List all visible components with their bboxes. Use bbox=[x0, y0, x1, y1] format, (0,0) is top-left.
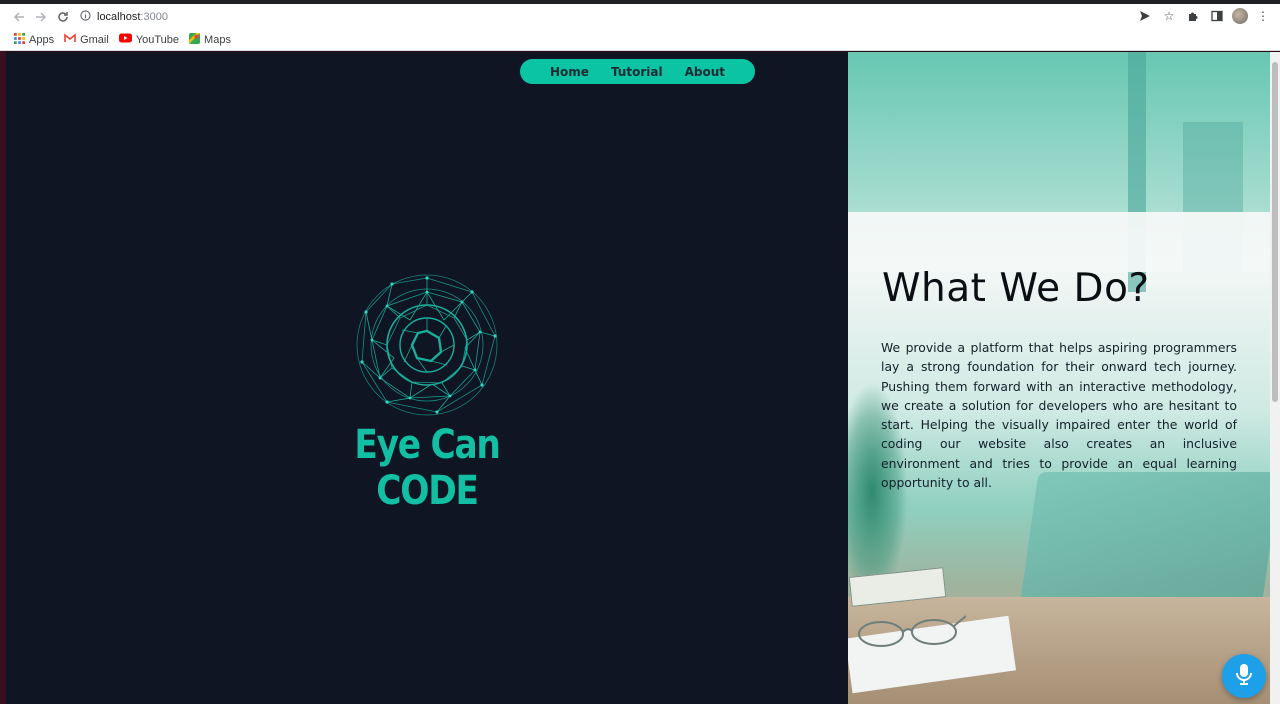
background-ceiling bbox=[848, 212, 1270, 272]
page-scrollbar[interactable] bbox=[1270, 52, 1280, 704]
bookmark-gmail[interactable]: Gmail bbox=[64, 33, 109, 46]
about-paragraph: We provide a platform that helps aspirin… bbox=[881, 340, 1237, 491]
bookmark-label: Maps bbox=[204, 33, 231, 46]
main-nav: Home Tutorial About bbox=[520, 59, 755, 84]
youtube-icon bbox=[118, 33, 132, 46]
extensions-puzzle-icon[interactable] bbox=[1184, 6, 1202, 26]
bookmark-apps[interactable]: Apps bbox=[14, 32, 55, 47]
star-icon[interactable]: ☆ bbox=[1160, 6, 1178, 26]
nav-tutorial-link[interactable]: Tutorial bbox=[611, 65, 663, 79]
bookmark-label: Gmail bbox=[80, 33, 109, 46]
profile-avatar[interactable] bbox=[1232, 8, 1248, 24]
gmail-icon bbox=[64, 33, 76, 46]
microphone-icon bbox=[1234, 662, 1254, 691]
forward-arrow-icon[interactable] bbox=[30, 6, 52, 28]
side-panel-icon[interactable] bbox=[1208, 6, 1226, 26]
bookmark-youtube[interactable]: YouTube bbox=[118, 33, 180, 46]
browser-toolbar: localhost:3000 ☆ ⋮ bbox=[0, 4, 1280, 29]
about-panel: What We Do? We provide a platform that h… bbox=[848, 52, 1270, 704]
eye-wireframe-logo bbox=[356, 274, 498, 416]
web-page: Home Tutorial About Eye Can CODE What We… bbox=[6, 52, 1270, 704]
scrollbar-thumb[interactable] bbox=[1272, 62, 1278, 402]
nav-home-link[interactable]: Home bbox=[550, 65, 589, 79]
background-glasses bbox=[858, 615, 966, 647]
about-heading: What We Do? bbox=[882, 266, 1150, 311]
bookmark-label: Apps bbox=[29, 33, 55, 46]
apps-grid-icon bbox=[14, 32, 25, 47]
bookmark-label: YouTube bbox=[135, 33, 180, 46]
back-arrow-icon[interactable] bbox=[8, 6, 30, 28]
menu-kebab-icon[interactable]: ⋮ bbox=[1254, 6, 1272, 26]
url-host: localhost bbox=[97, 10, 141, 23]
info-icon[interactable] bbox=[80, 9, 91, 24]
hero-panel: Home Tutorial About Eye Can CODE bbox=[6, 52, 848, 704]
url-port: :3000 bbox=[140, 10, 168, 23]
brand-title: Eye Can CODE bbox=[354, 422, 500, 514]
voice-mic-button[interactable] bbox=[1222, 654, 1266, 698]
reload-icon[interactable] bbox=[52, 6, 74, 28]
nav-about-link[interactable]: About bbox=[685, 65, 725, 79]
bookmark-maps[interactable]: Maps bbox=[189, 32, 231, 47]
maps-icon bbox=[189, 32, 201, 47]
bookmarks-bar: Apps Gmail YouTube Maps bbox=[0, 29, 1280, 51]
address-bar[interactable]: localhost:3000 bbox=[80, 6, 1130, 27]
send-icon[interactable] bbox=[1136, 6, 1154, 26]
